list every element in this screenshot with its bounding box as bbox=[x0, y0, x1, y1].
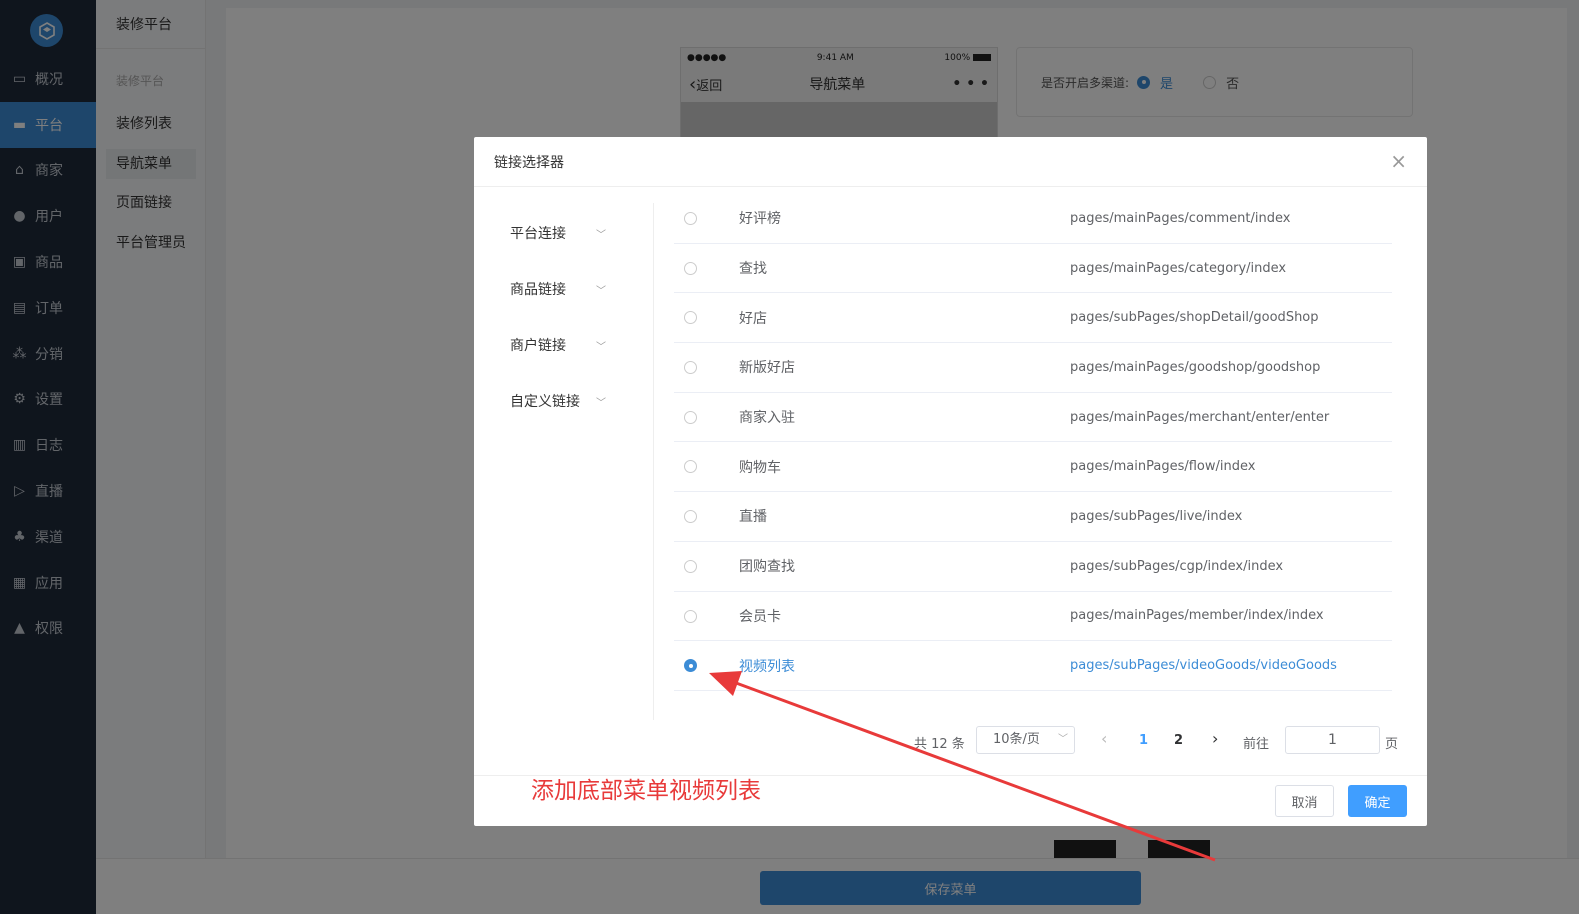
category-label: 平台连接 bbox=[510, 226, 566, 242]
link-path: pages/mainPages/comment/index bbox=[1070, 210, 1291, 226]
link-path: pages/mainPages/member/index/index bbox=[1070, 608, 1324, 624]
category-label: 自定义链接 bbox=[510, 394, 580, 410]
link-row[interactable]: 查找 pages/mainPages/category/index bbox=[674, 244, 1392, 294]
dialog-title: 链接选择器 bbox=[494, 155, 564, 171]
cancel-button[interactable]: 取消 bbox=[1275, 785, 1334, 817]
link-path: pages/subPages/shopDetail/goodShop bbox=[1070, 310, 1319, 326]
pager-total: 共 12 条 bbox=[914, 737, 965, 752]
chevron-down-icon: ﹀ bbox=[596, 397, 606, 409]
link-name: 团购查找 bbox=[739, 559, 795, 576]
link-radio[interactable] bbox=[684, 460, 697, 474]
link-radio[interactable] bbox=[684, 410, 697, 424]
link-radio[interactable] bbox=[684, 659, 697, 673]
page-size-value: 10条/页 bbox=[993, 732, 1040, 747]
chevron-down-icon: ﹀ bbox=[596, 341, 606, 353]
category-platform[interactable]: 平台连接 ﹀ bbox=[510, 223, 606, 243]
link-name: 新版好店 bbox=[739, 360, 795, 377]
link-row[interactable]: 团购查找 pages/subPages/cgp/index/index bbox=[674, 542, 1392, 592]
link-row[interactable]: 视频列表 pages/subPages/videoGoods/videoGoods bbox=[674, 641, 1392, 691]
page-1[interactable]: 1 bbox=[1139, 733, 1148, 748]
link-row[interactable]: 购物车 pages/mainPages/flow/index bbox=[674, 442, 1392, 493]
link-row[interactable]: 会员卡 pages/mainPages/member/index/index bbox=[674, 592, 1392, 642]
link-row[interactable]: 好评榜 pages/mainPages/comment/index bbox=[674, 194, 1392, 244]
link-name: 购物车 bbox=[739, 459, 781, 476]
link-path: pages/mainPages/merchant/enter/enter bbox=[1070, 409, 1330, 425]
annotation-text: 添加底部菜单视频列表 bbox=[531, 778, 761, 804]
page-size-select[interactable]: 10条/页 ﹀ bbox=[976, 726, 1075, 754]
link-name: 好店 bbox=[739, 310, 767, 327]
link-row[interactable]: 好店 pages/subPages/shopDetail/goodShop bbox=[674, 293, 1392, 344]
goto-page-input[interactable]: 1 bbox=[1285, 726, 1380, 754]
link-row[interactable]: 新版好店 pages/mainPages/goodshop/goodshop bbox=[674, 343, 1392, 393]
link-radio[interactable] bbox=[684, 609, 697, 623]
prev-page-icon[interactable]: ‹ bbox=[1101, 729, 1107, 748]
chevron-down-icon: ﹀ bbox=[596, 285, 606, 297]
divider bbox=[653, 203, 654, 720]
link-path: pages/mainPages/category/index bbox=[1070, 260, 1287, 276]
category-label: 商品链接 bbox=[510, 282, 566, 298]
link-path: pages/subPages/videoGoods/videoGoods bbox=[1070, 658, 1337, 674]
link-radio[interactable] bbox=[684, 311, 697, 325]
category-label: 商户链接 bbox=[510, 338, 566, 354]
confirm-button[interactable]: 确定 bbox=[1348, 785, 1407, 817]
link-name: 视频列表 bbox=[739, 658, 795, 675]
page-2[interactable]: 2 bbox=[1174, 733, 1183, 748]
link-radio[interactable] bbox=[684, 510, 697, 524]
pagination: 共 12 条 10条/页 ﹀ ‹ 1 2 › 前往 1 页 bbox=[474, 726, 1427, 756]
chevron-down-icon: ﹀ bbox=[596, 229, 606, 241]
link-name: 查找 bbox=[739, 261, 767, 278]
chevron-down-icon: ﹀ bbox=[1058, 734, 1068, 745]
page-suffix: 页 bbox=[1385, 737, 1399, 752]
category-merchant[interactable]: 商户链接 ﹀ bbox=[510, 335, 606, 355]
category-custom[interactable]: 自定义链接 ﹀ bbox=[510, 391, 606, 411]
link-selector-dialog: 链接选择器 × 平台连接 ﹀ 商品链接 ﹀ 商户链接 ﹀ 自定义链接 ﹀ 好评榜 page… bbox=[474, 137, 1427, 826]
link-name: 商家入驻 bbox=[739, 410, 795, 427]
link-name: 会员卡 bbox=[739, 608, 781, 625]
link-list: 好评榜 pages/mainPages/comment/index 查找 pages/… bbox=[674, 194, 1392, 691]
link-radio[interactable] bbox=[684, 559, 697, 573]
link-row[interactable]: 商家入驻 pages/mainPages/merchant/enter/enter bbox=[674, 393, 1392, 443]
close-icon[interactable]: × bbox=[1390, 151, 1407, 171]
link-radio[interactable] bbox=[684, 261, 697, 275]
link-path: pages/mainPages/goodshop/goodshop bbox=[1070, 359, 1321, 375]
link-radio[interactable] bbox=[684, 361, 697, 375]
category-goods[interactable]: 商品链接 ﹀ bbox=[510, 279, 606, 299]
dialog-header: 链接选择器 × bbox=[474, 137, 1427, 187]
link-path: pages/subPages/cgp/index/index bbox=[1070, 558, 1284, 574]
link-path: pages/mainPages/flow/index bbox=[1070, 459, 1256, 475]
link-radio[interactable] bbox=[684, 212, 697, 225]
next-page-icon[interactable]: › bbox=[1212, 729, 1218, 748]
link-name: 好评榜 bbox=[739, 211, 781, 228]
link-name: 直播 bbox=[739, 509, 767, 526]
goto-label: 前往 bbox=[1243, 737, 1270, 752]
link-path: pages/subPages/live/index bbox=[1070, 508, 1243, 524]
link-row[interactable]: 直播 pages/subPages/live/index bbox=[674, 492, 1392, 542]
